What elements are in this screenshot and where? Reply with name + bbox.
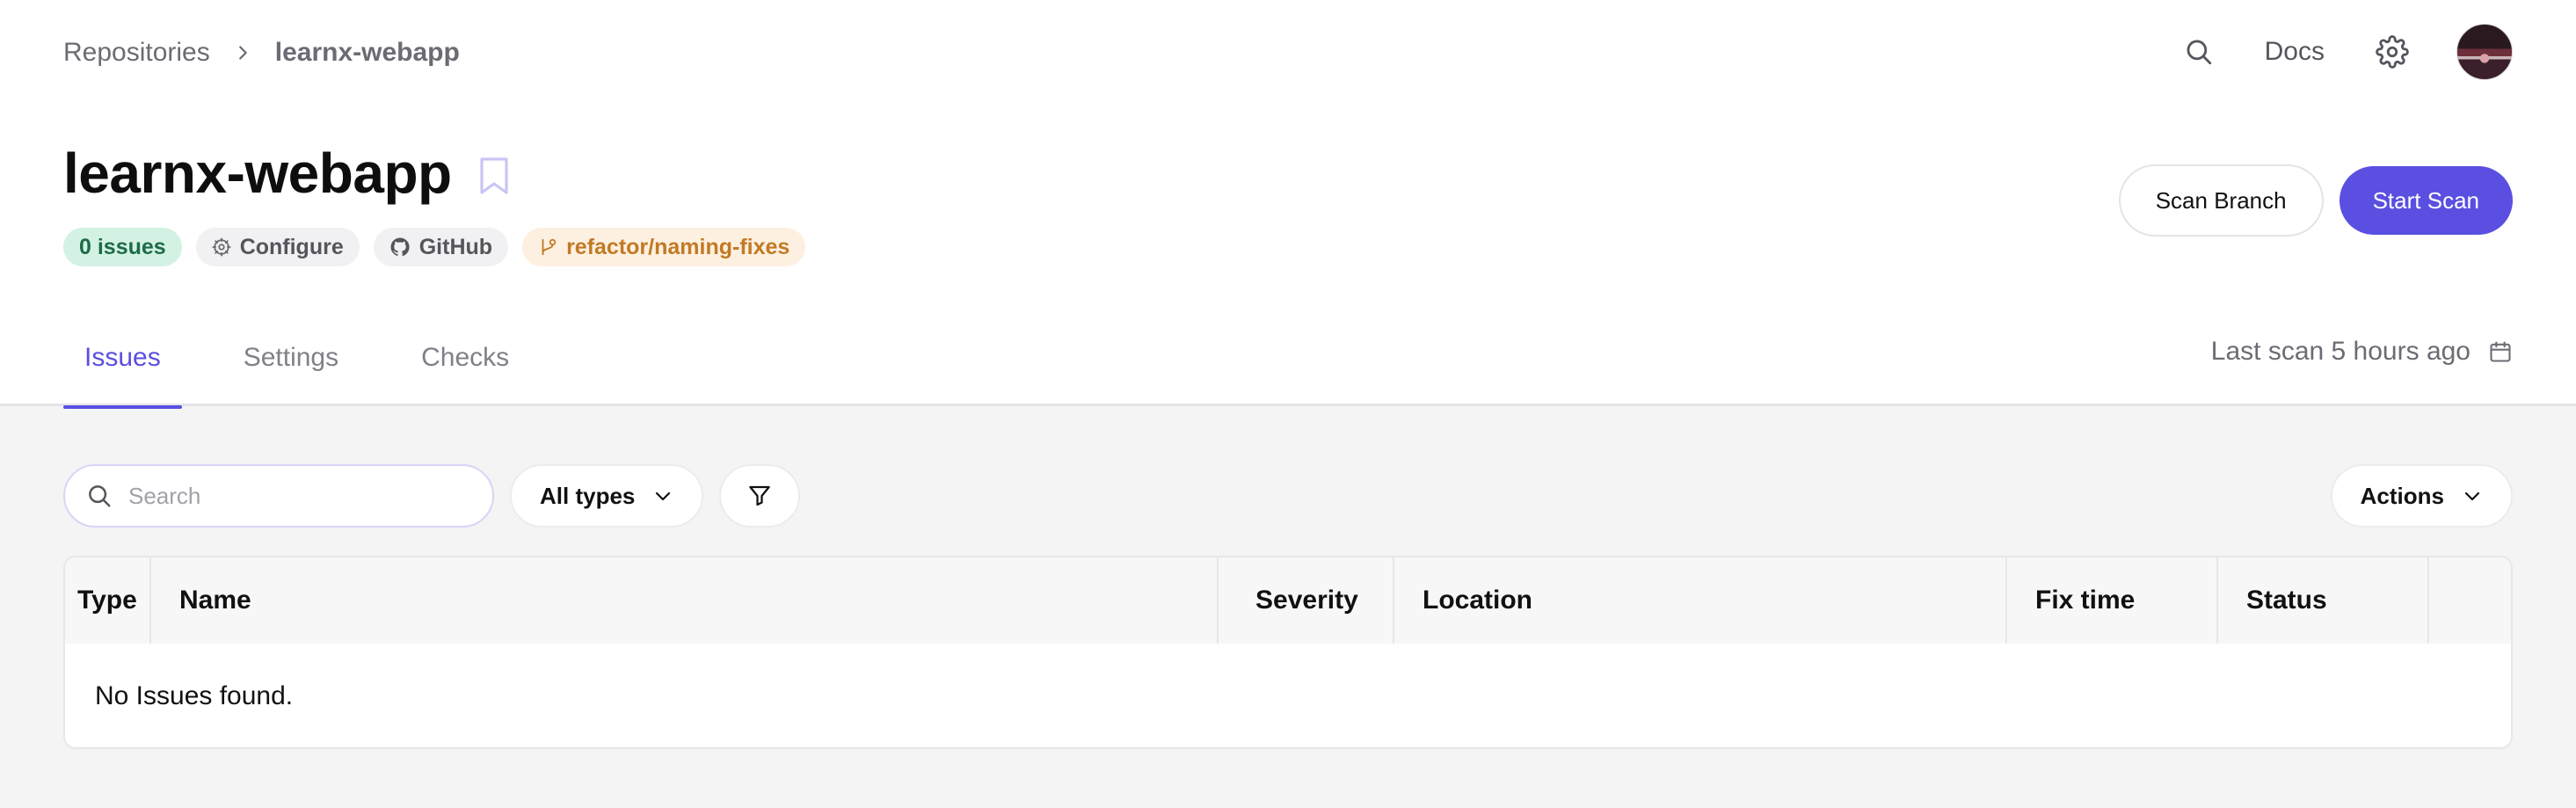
calendar-icon[interactable] [2488, 339, 2513, 364]
column-header-name[interactable]: Name [151, 557, 1219, 644]
repo-chips: 0 issues Configure GitHub refactor/namin… [63, 228, 806, 266]
column-header-location[interactable]: Location [1394, 557, 2007, 644]
title-row: learnx-webapp [63, 141, 510, 206]
docs-link[interactable]: Docs [2265, 37, 2325, 67]
git-branch-icon [538, 237, 557, 257]
issues-toolbar: All types [63, 464, 801, 528]
column-header-severity[interactable]: Severity [1219, 557, 1394, 644]
column-header-actions [2429, 557, 2511, 644]
search-icon [86, 483, 113, 509]
start-scan-button[interactable]: Start Scan [2339, 166, 2513, 235]
top-nav: Docs [2184, 23, 2513, 81]
column-header-fix-time[interactable]: Fix time [2007, 557, 2218, 644]
scan-actions: Scan Branch Start Scan [2118, 164, 2513, 237]
tab-bar: Issues Settings Checks [63, 318, 571, 409]
actions-label: Actions [2360, 482, 2444, 509]
search-icon[interactable] [2184, 37, 2214, 67]
last-scan-text: Last scan 5 hours ago [2210, 337, 2470, 366]
gear-icon[interactable] [2376, 35, 2409, 69]
page-header: Repositories learnx-webapp Docs learnx-w… [0, 0, 2576, 409]
breadcrumb: Repositories learnx-webapp [63, 33, 460, 72]
gear-icon [212, 237, 231, 257]
configure-chip[interactable]: Configure [195, 228, 360, 266]
github-icon [389, 237, 411, 258]
toolbar-actions: Actions [2330, 464, 2513, 528]
empty-state: No Issues found. [95, 681, 294, 710]
breadcrumb-current: learnx-webapp [274, 38, 460, 67]
actions-dropdown[interactable]: Actions [2330, 464, 2513, 528]
chevron-down-icon [652, 485, 673, 506]
user-avatar[interactable] [2456, 24, 2513, 80]
search-input[interactable] [128, 482, 462, 510]
issues-table: Type Name Severity Location Fix time Sta… [63, 556, 2513, 749]
issues-count-badge[interactable]: 0 issues [63, 228, 182, 266]
filter-button[interactable] [719, 464, 801, 528]
scan-branch-button[interactable]: Scan Branch [2118, 164, 2324, 237]
page-title: learnx-webapp [63, 142, 452, 205]
tab-issues[interactable]: Issues [63, 318, 182, 409]
tab-checks[interactable]: Checks [400, 318, 530, 406]
github-chip[interactable]: GitHub [373, 228, 509, 266]
branch-label: refactor/naming-fixes [566, 234, 790, 259]
github-label: GitHub [418, 234, 493, 259]
type-filter-label: All types [540, 482, 636, 509]
filter-icon [746, 483, 773, 509]
configure-label: Configure [239, 234, 344, 259]
branch-chip[interactable]: refactor/naming-fixes [522, 228, 806, 266]
type-filter-dropdown[interactable]: All types [510, 464, 704, 528]
breadcrumb-repositories-link[interactable]: Repositories [63, 38, 210, 68]
column-header-status[interactable]: Status [2218, 557, 2429, 644]
bookmark-icon[interactable] [478, 157, 510, 195]
chevron-right-icon [233, 43, 252, 62]
tab-settings[interactable]: Settings [222, 318, 360, 406]
table-header: Type Name Severity Location Fix time Sta… [65, 557, 2511, 644]
chevron-down-icon [2462, 485, 2483, 506]
last-scan: Last scan 5 hours ago [2211, 332, 2513, 371]
column-header-type[interactable]: Type [65, 557, 151, 644]
search-field[interactable] [63, 464, 494, 528]
